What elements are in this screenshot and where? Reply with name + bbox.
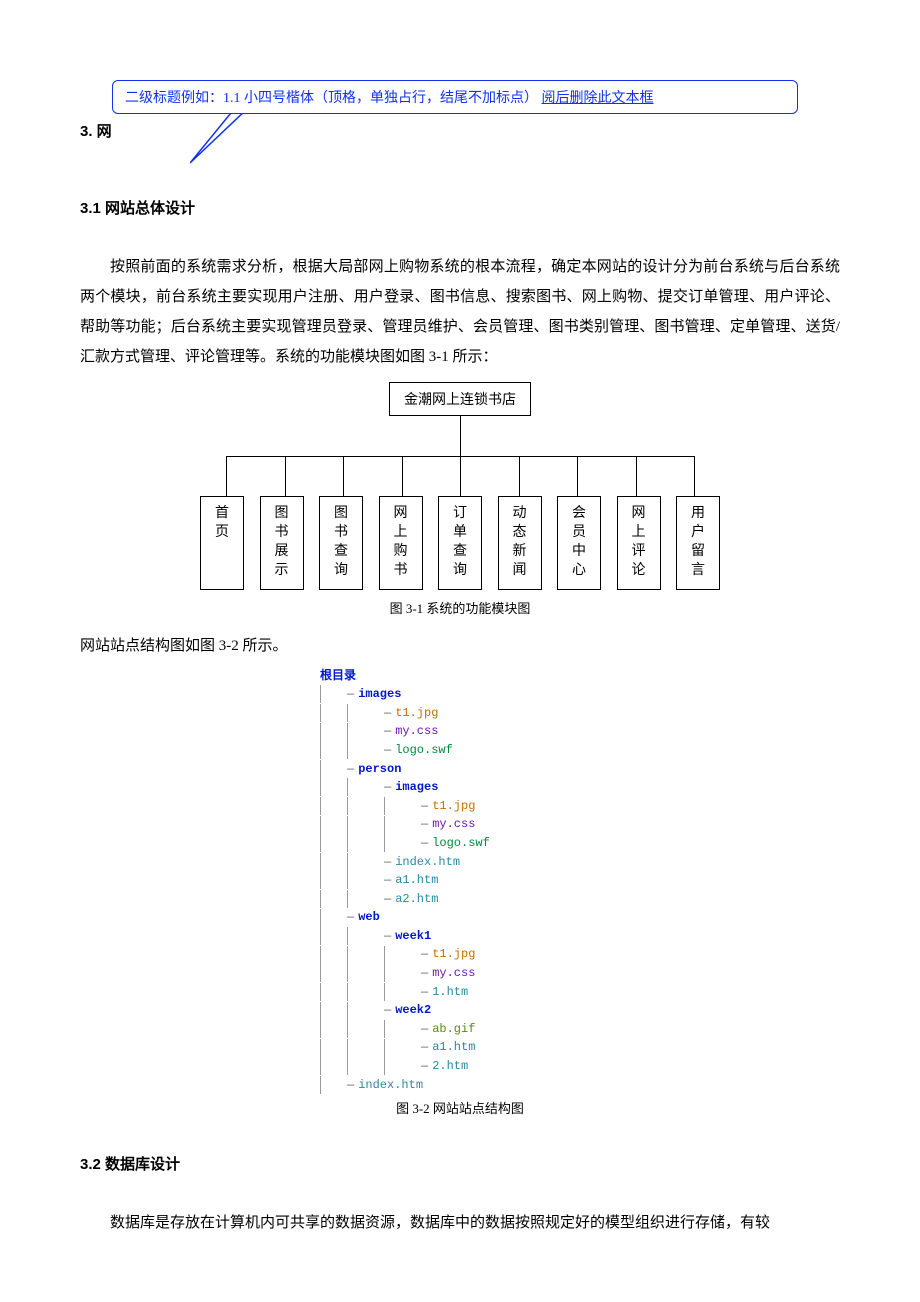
tree-item: —my.css [320, 815, 600, 834]
figure-3-1-caption: 图 3-1 系统的功能模块图 [200, 598, 720, 617]
diagram-children-row: 首 页图 书 展 示图 书 查 询网 上 购 书订 单 查 询动 态 新 闻会 … [200, 496, 720, 590]
callout-underline: 阅后删除此文本框 [542, 91, 654, 106]
tree-item: —a2.htm [320, 890, 600, 909]
tree-label: week1 [395, 927, 431, 946]
tree-item: —my.css [320, 964, 600, 983]
section-3-2-title: 3.2 数据库设计 [80, 1153, 840, 1174]
tree-item: —ab.gif [320, 1020, 600, 1039]
annotation-callout: 二级标题例如：1.1 小四号楷体（顶格，单独占行，结尾不加标点） 阅后删除此文本… [112, 80, 798, 114]
diagram-child-box: 图 书 展 示 [260, 496, 304, 590]
paragraph-2: 网站站点结构图如图 3-2 所示。 [80, 631, 840, 661]
tree-label: my.css [432, 964, 475, 983]
tree-item: —t1.jpg [320, 945, 600, 964]
diagram-child-box: 订 单 查 询 [438, 496, 482, 590]
tree-label: ab.gif [432, 1020, 475, 1039]
tree-label: a1.htm [432, 1038, 475, 1057]
tree-item: —index.htm [320, 1076, 600, 1095]
tree-label: images [358, 685, 401, 704]
diagram-child-box: 会 员 中 心 [557, 496, 601, 590]
tree-label: a1.htm [395, 871, 438, 890]
diagram-child-box: 首 页 [200, 496, 244, 590]
tree-item: —t1.jpg [320, 704, 600, 723]
callout-text: 二级标题例如：1.1 小四号楷体（顶格，单独占行，结尾不加标点） [125, 91, 538, 106]
tree-label: t1.jpg [432, 945, 475, 964]
tree-item: —images [320, 778, 600, 797]
tree-label: my.css [395, 722, 438, 741]
tree-label: week2 [395, 1001, 431, 1020]
paragraph-1: 按照前面的系统需求分析，根据大局部网上购物系统的根本流程，确定本网站的设计分为前… [80, 252, 840, 372]
tree-item: —my.css [320, 722, 600, 741]
tree-item: —person [320, 760, 600, 779]
tree-label: person [358, 760, 401, 779]
callout-tail-icon [190, 108, 260, 168]
diagram-child-box: 动 态 新 闻 [498, 496, 542, 590]
tree-label: a2.htm [395, 890, 438, 909]
tree-item: —week1 [320, 927, 600, 946]
tree-label: 1.htm [432, 983, 468, 1002]
tree-item: —1.htm [320, 983, 600, 1002]
section-3-1-title: 3.1 网站总体设计 [80, 197, 840, 218]
tree-item: —images [320, 685, 600, 704]
tree-item: —2.htm [320, 1057, 600, 1076]
tree-root: 根目录 [320, 667, 356, 686]
tree-label: logo.swf [395, 741, 453, 760]
tree-item: —week2 [320, 1001, 600, 1020]
tree-label: my.css [432, 815, 475, 834]
paragraph-3: 数据库是存放在计算机内可共享的数据资源，数据库中的数据按照规定好的模型组织进行存… [80, 1208, 840, 1238]
tree-item: —a1.htm [320, 871, 600, 890]
diagram-connectors [200, 416, 720, 496]
tree-label: web [358, 908, 380, 927]
tree-item: —index.htm [320, 853, 600, 872]
figure-3-2-tree: 根目录—images—t1.jpg—my.css—logo.swf—person… [320, 667, 600, 1095]
tree-label: images [395, 778, 438, 797]
tree-item: —web [320, 908, 600, 927]
figure-3-2-caption: 图 3-2 网站站点结构图 [80, 1098, 840, 1117]
tree-label: logo.swf [432, 834, 490, 853]
tree-item: —logo.swf [320, 834, 600, 853]
diagram-child-box: 网 上 购 书 [379, 496, 423, 590]
diagram-child-box: 用 户 留 言 [676, 496, 720, 590]
diagram-child-box: 图 书 查 询 [319, 496, 363, 590]
figure-3-1: 金潮网上连锁书店 首 页图 书 展 示图 书 查 询网 上 购 书订 单 查 询… [200, 382, 720, 617]
tree-label: t1.jpg [395, 704, 438, 723]
diagram-root-box: 金潮网上连锁书店 [389, 382, 531, 416]
tree-label: index.htm [395, 853, 460, 872]
tree-item: —a1.htm [320, 1038, 600, 1057]
tree-item: —logo.swf [320, 741, 600, 760]
tree-label: 2.htm [432, 1057, 468, 1076]
diagram-child-box: 网 上 评 论 [617, 496, 661, 590]
tree-label: t1.jpg [432, 797, 475, 816]
tree-label: index.htm [358, 1076, 423, 1095]
tree-item: —t1.jpg [320, 797, 600, 816]
